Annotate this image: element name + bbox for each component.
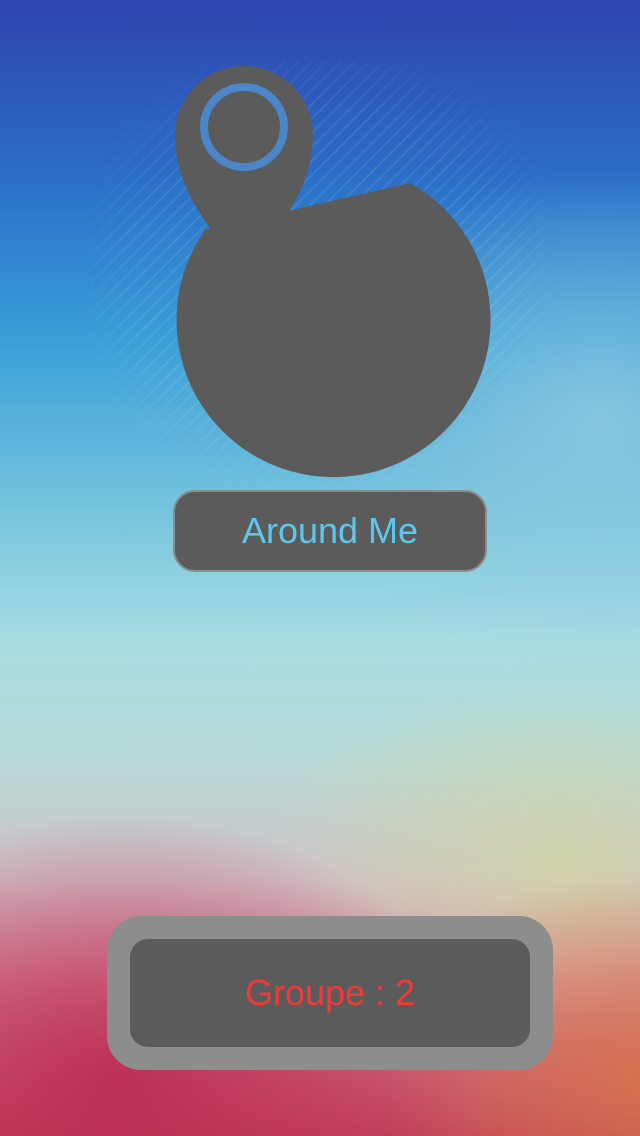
main-screen: Around Me Groupe : 2 <box>0 0 640 1136</box>
group-label: Groupe : 2 <box>130 939 530 1047</box>
group-panel: Groupe : 2 <box>107 916 553 1070</box>
around-me-button[interactable]: Around Me <box>173 490 487 572</box>
globe-with-map-pin-star-icon <box>175 66 491 478</box>
